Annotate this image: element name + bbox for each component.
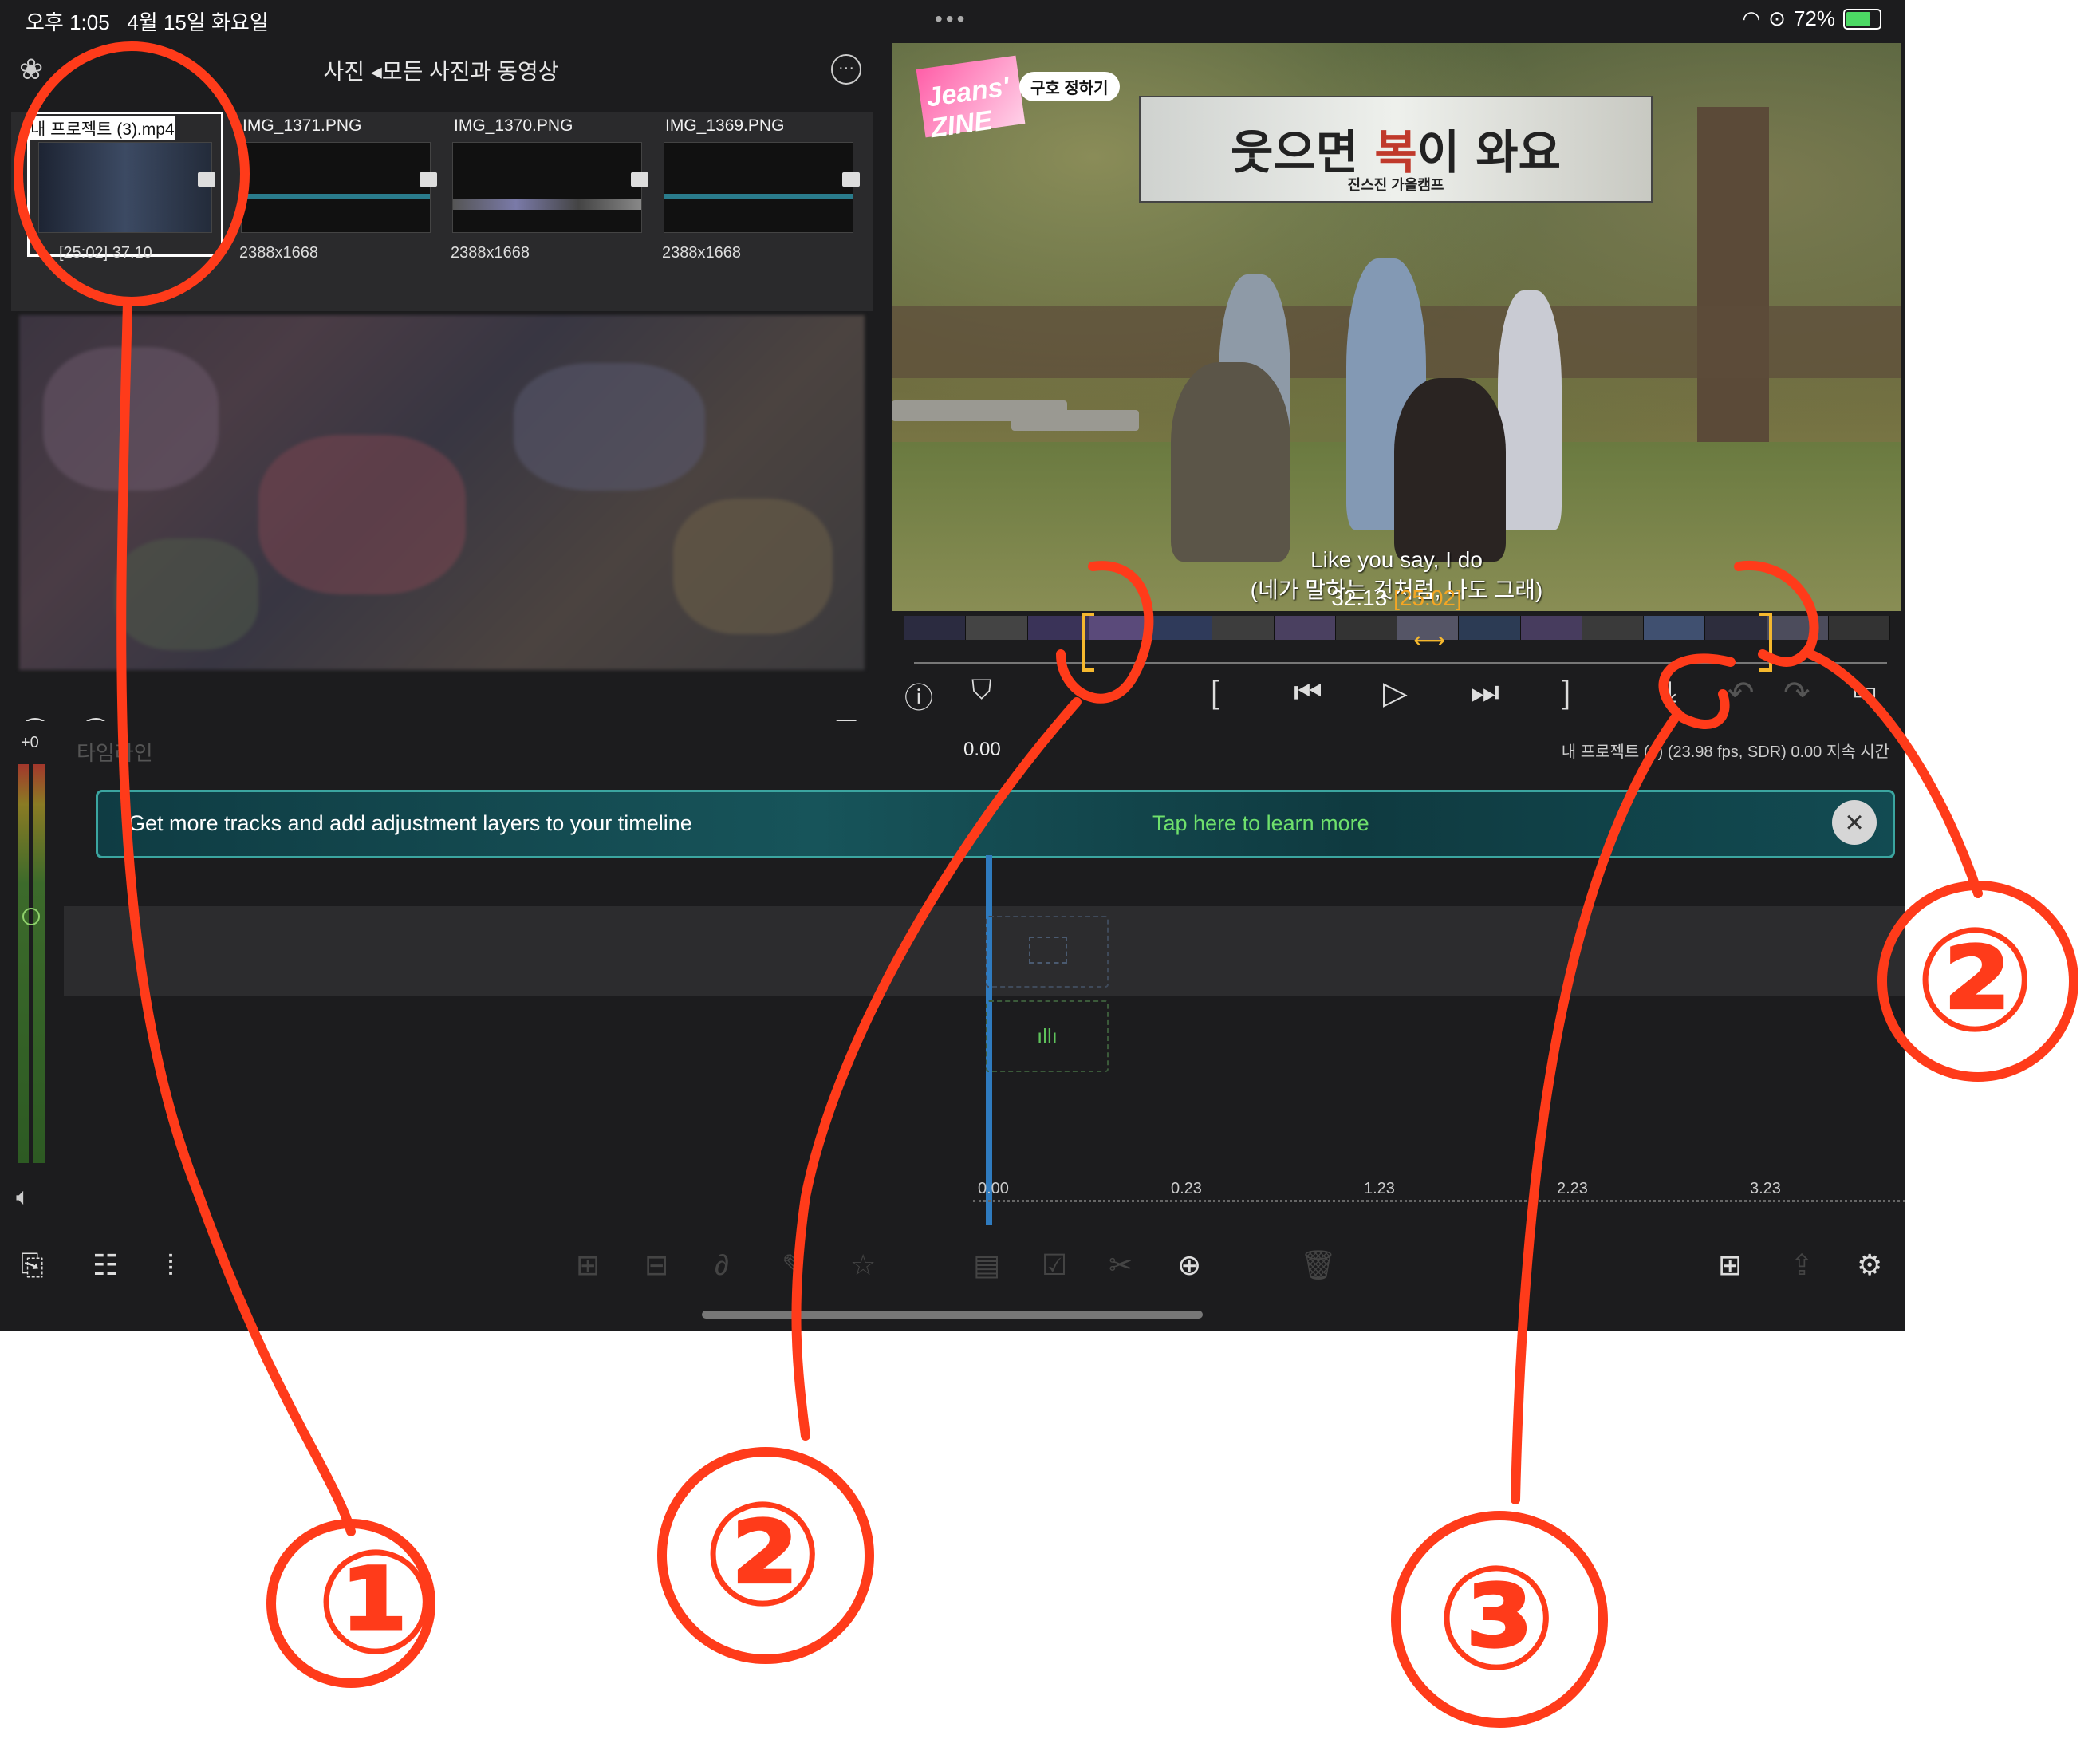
app-window: 오후 1:05 4월 15일 화요일 ••• ◠ ⊙ 72% ❀ 사진 ◂모든 … xyxy=(0,0,1905,1331)
media-thumbnails: 내 프로젝트 (3).mp4 [25:02] 37.10 IMG_1371.PN… xyxy=(11,112,873,311)
timeline-ruler[interactable]: 0.00 0.23 1.23 2.23 3.23 xyxy=(973,1180,1905,1234)
audio-waveform xyxy=(914,645,1887,664)
lock-rotation-icon: ⊙ xyxy=(1768,6,1786,30)
waveform-icon: ıllı xyxy=(1037,1024,1058,1048)
scissors-icon[interactable]: ✂ xyxy=(1109,1248,1133,1282)
channel-logo: Jeans' ZINE xyxy=(916,55,1026,144)
speaker-icon[interactable]: 🔈︎ xyxy=(16,1184,30,1211)
timeline-time: 0.00 xyxy=(963,739,1001,760)
out-point-handle[interactable] xyxy=(1759,613,1772,672)
timecode-overlay: 32.13 [25:02] xyxy=(1331,586,1462,610)
redo-icon[interactable]: ↷ xyxy=(1783,675,1810,712)
media-item-img1370[interactable]: IMG_1370.PNG 2388x1668 xyxy=(446,112,653,303)
audio-meter-icon[interactable]: ⦙ xyxy=(167,1248,174,1283)
annotation-number-1: ① xyxy=(315,1520,437,1686)
ruler-label: 0.00 xyxy=(978,1180,1009,1197)
level-readout: +0 xyxy=(21,734,39,751)
empty-video-slot[interactable] xyxy=(986,916,1109,988)
media-browser: ❀ 사진 ◂모든 사진과 동영상 ··· 내 프로젝트 (3).mp4 [25:… xyxy=(0,40,882,750)
connect-clip-icon[interactable]: ⊟ xyxy=(644,1248,668,1282)
skip-forward-icon[interactable]: ⏭ xyxy=(1471,675,1499,711)
promo-learn-more-link[interactable]: Tap here to learn more xyxy=(1152,811,1369,836)
audio-meter xyxy=(18,764,46,1163)
close-icon[interactable]: × xyxy=(1832,800,1877,845)
trash-icon[interactable]: 🗑︎ xyxy=(1300,1248,1337,1282)
banner-subtitle: 진스진 가을캠프 xyxy=(1347,177,1444,193)
skip-back-icon[interactable]: ⏮ xyxy=(1294,675,1322,711)
title-banner: 웃으면 복이 와요 진스진 가을캠프 xyxy=(1139,96,1653,203)
battery-percent: 72% xyxy=(1793,6,1835,30)
favorite-icon[interactable]: ☆ xyxy=(850,1248,876,1282)
out-point-icon[interactable]: ] xyxy=(1562,675,1570,711)
marker-icon[interactable]: ⛉ xyxy=(971,675,992,706)
media-item-img1371[interactable]: IMG_1371.PNG 2388x1668 xyxy=(234,112,442,303)
image-badge-icon xyxy=(842,172,860,187)
status-bar: 오후 1:05 4월 15일 화요일 ••• ◠ ⊙ 72% xyxy=(0,0,1905,38)
volume-knob[interactable] xyxy=(22,908,40,925)
move-range-icon[interactable]: ⟷ xyxy=(1413,627,1445,653)
info-icon[interactable]: ⓘ xyxy=(904,675,933,716)
bottom-toolbar: ⎘ ☷ ⦙ ⊞ ⊟ ∂ ✎ ☆ ▤ ☑ ✂ ⊕ 🗑︎ ⊞ ⇪ ⚙ xyxy=(0,1232,1905,1296)
segment-tag: 구호 정하기 xyxy=(1019,72,1120,101)
link-icon[interactable]: ∂ xyxy=(715,1248,729,1282)
ruler-label: 2.23 xyxy=(1557,1180,1588,1197)
upgrade-promo-banner[interactable]: Get more tracks and add adjustment layer… xyxy=(96,790,1895,858)
wifi-icon: ◠ xyxy=(1742,6,1761,30)
checklist-icon[interactable]: ☑ xyxy=(1042,1248,1067,1282)
viewer-controls: ⓘ ⛉ [ ⏮ ▷ ⏭ ] ⤓ ↶ ↷ ▭ xyxy=(882,670,1905,718)
ruler-label: 3.23 xyxy=(1750,1180,1781,1197)
banner-title: 웃으면 복이 와요 xyxy=(1231,125,1561,179)
ruler-label: 1.23 xyxy=(1364,1180,1395,1197)
blurred-photo-grid xyxy=(19,315,865,670)
browser-title[interactable]: 사진 ◂모든 사진과 동영상 xyxy=(0,54,882,86)
video-badge-icon xyxy=(198,172,215,187)
timeline-label: 타임라인 xyxy=(77,741,153,765)
image-thumbnail xyxy=(241,142,431,233)
home-indicator[interactable] xyxy=(702,1311,1203,1319)
in-point-handle[interactable] xyxy=(1082,613,1094,672)
inspector-icon[interactable]: ☷ xyxy=(93,1248,118,1282)
annotation-number-3: ③ xyxy=(1436,1536,1558,1702)
image-thumbnail xyxy=(452,142,642,233)
add-clip-icon[interactable]: ⊞ xyxy=(576,1248,600,1282)
video-thumbnail xyxy=(38,142,212,233)
primary-storyline[interactable] xyxy=(64,906,1905,996)
clipboard-icon[interactable]: ▤ xyxy=(973,1248,1000,1282)
insert-down-icon[interactable]: ⤓ xyxy=(1664,675,1676,709)
project-info: 내 프로젝트 (4) (23.98 fps, SDR) 0.00 지속 시간 xyxy=(1561,743,1889,761)
add-circle-icon[interactable]: ⊕ xyxy=(1177,1248,1201,1282)
promo-message: Get more tracks and add adjustment layer… xyxy=(128,811,692,835)
import-icon[interactable]: ⎘ xyxy=(21,1248,44,1283)
media-item-project-mp4[interactable]: 내 프로젝트 (3).mp4 [25:02] 37.10 xyxy=(19,112,227,303)
multitask-dots[interactable]: ••• xyxy=(935,6,967,32)
battery-icon xyxy=(1843,8,1881,30)
play-icon[interactable]: ▷ xyxy=(1383,675,1408,712)
image-thumbnail xyxy=(664,142,853,233)
video-viewer[interactable]: Jeans' ZINE 구호 정하기 웃으면 복이 와요 진스진 가을캠프 Li… xyxy=(892,43,1901,611)
share-icon[interactable]: ⇪ xyxy=(1790,1248,1814,1282)
timeline-panel: +0 타임라인 0.00 내 프로젝트 (4) (23.98 fps, SDR)… xyxy=(0,721,1905,1232)
browser-header: ❀ 사진 ◂모든 사진과 동영상 ··· xyxy=(0,40,882,97)
in-point-icon[interactable]: [ xyxy=(1211,675,1219,711)
annotation-number-2a: ② xyxy=(702,1472,824,1639)
edit-icon[interactable]: ✎ xyxy=(782,1248,806,1282)
status-right: ◠ ⊙ 72% xyxy=(1742,6,1881,31)
undo-icon[interactable]: ↶ xyxy=(1728,675,1755,712)
empty-audio-slot[interactable]: ıllı xyxy=(986,1000,1109,1072)
media-item-img1369[interactable]: IMG_1369.PNG 2388x1668 xyxy=(657,112,865,303)
annotation-number-2b: ② xyxy=(1914,897,2036,1064)
layout-icon[interactable]: ⊞ xyxy=(1718,1248,1742,1282)
ruler-label: 0.23 xyxy=(1171,1180,1202,1197)
status-time: 오후 1:05 4월 15일 화요일 xyxy=(26,10,269,34)
subtitle-english: Like you say, I do xyxy=(1310,547,1483,572)
image-badge-icon xyxy=(631,172,648,187)
ellipsis-icon[interactable]: ··· xyxy=(831,54,861,85)
image-badge-icon xyxy=(420,172,437,187)
settings-gear-icon[interactable]: ⚙ xyxy=(1857,1248,1882,1282)
clip-filmstrip[interactable] xyxy=(904,616,1890,640)
stone-bench xyxy=(1011,410,1139,431)
fullscreen-icon[interactable]: ▭ xyxy=(1852,675,1877,707)
